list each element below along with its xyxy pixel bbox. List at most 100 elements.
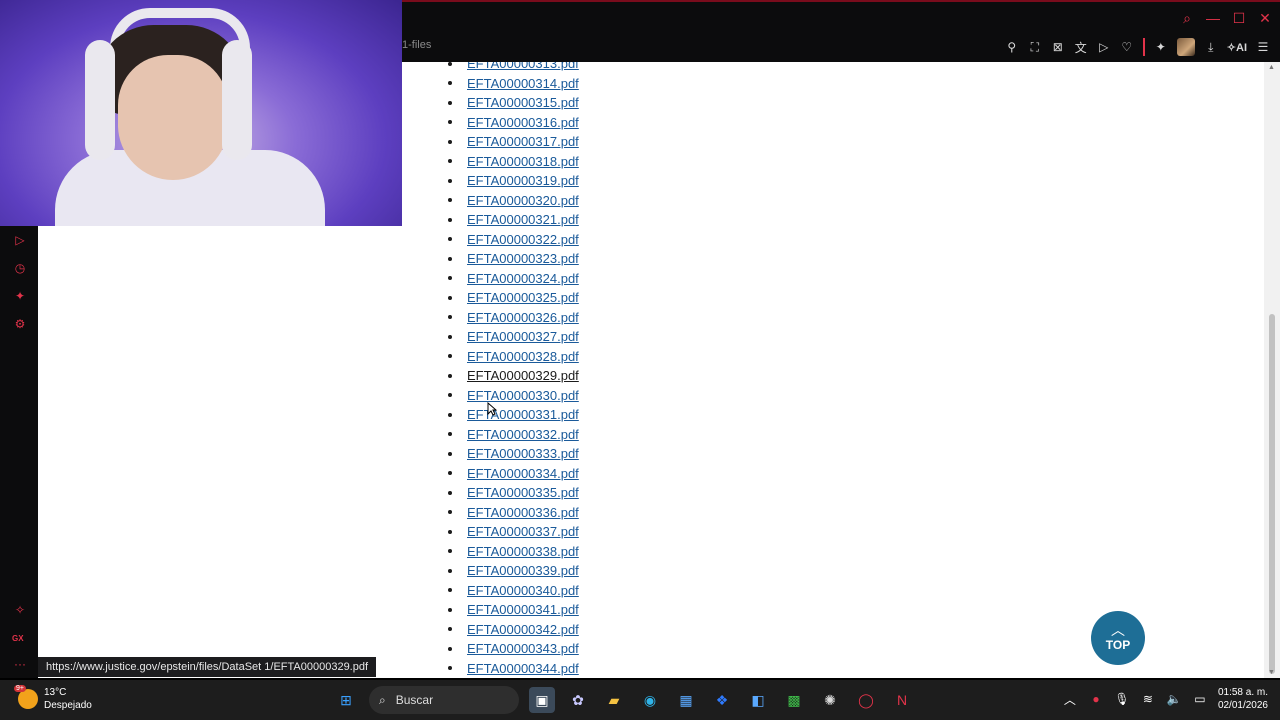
battery-icon[interactable]: ▭ <box>1192 692 1208 706</box>
file-link[interactable]: EFTA00000337.pdf <box>467 524 579 539</box>
file-link[interactable]: EFTA00000340.pdf <box>467 583 579 598</box>
file-list-item: EFTA00000316.pdf <box>448 113 579 133</box>
file-link[interactable]: EFTA00000314.pdf <box>467 76 579 91</box>
extensions-icon[interactable]: ✦ <box>1154 39 1168 55</box>
search-placeholder: Buscar <box>395 693 434 707</box>
file-link[interactable]: EFTA00000339.pdf <box>467 563 579 578</box>
minecraft-icon[interactable]: ▩ <box>781 687 807 713</box>
file-link[interactable]: EFTA00000334.pdf <box>467 466 579 481</box>
file-link[interactable]: EFTA00000344.pdf <box>467 661 579 676</box>
taskbar-search[interactable]: ⌕ Buscar <box>369 686 519 714</box>
file-link[interactable]: EFTA00000330.pdf <box>467 388 579 403</box>
heart-icon[interactable]: ♡ <box>1120 39 1134 55</box>
extensions-sidebar-icon[interactable]: ✦ <box>12 288 28 304</box>
file-link[interactable]: EFTA00000332.pdf <box>467 427 579 442</box>
copilot-icon[interactable]: ✿ <box>565 687 591 713</box>
clock-date: 02/01/2026 <box>1217 700 1268 711</box>
file-link[interactable]: EFTA00000316.pdf <box>467 115 579 130</box>
chevron-up-icon[interactable]: ︿ <box>1062 691 1078 708</box>
volume-icon[interactable]: 🔈 <box>1166 692 1182 706</box>
vscode-icon[interactable]: ◧ <box>745 687 771 713</box>
file-link[interactable]: EFTA00000322.pdf <box>467 232 579 247</box>
file-link[interactable]: EFTA00000317.pdf <box>467 134 579 149</box>
file-explorer-icon[interactable]: ▰ <box>601 687 627 713</box>
scroll-up-icon[interactable]: ▲ <box>1268 64 1275 71</box>
edge-icon[interactable]: ◉ <box>637 687 663 713</box>
file-link[interactable]: EFTA00000320.pdf <box>467 193 579 208</box>
file-link[interactable]: EFTA00000315.pdf <box>467 95 579 110</box>
webcam-headphone-left <box>85 40 115 160</box>
page-scrollbar[interactable]: ▲ ▼ <box>1264 62 1280 678</box>
wifi-icon[interactable]: ≋ <box>1140 692 1156 706</box>
file-link[interactable]: EFTA00000328.pdf <box>467 349 579 364</box>
translate-icon[interactable]: 文 <box>1074 39 1088 55</box>
maximize-icon[interactable]: ☐ <box>1232 10 1246 26</box>
file-link[interactable]: EFTA00000326.pdf <box>467 310 579 325</box>
dropbox-icon[interactable]: ❖ <box>709 687 735 713</box>
pin-icon[interactable]: ⚲ <box>1005 39 1019 55</box>
file-link[interactable]: EFTA00000321.pdf <box>467 212 579 227</box>
file-link[interactable]: EFTA00000335.pdf <box>467 485 579 500</box>
file-link[interactable]: EFTA00000343.pdf <box>467 641 579 656</box>
file-list-item: EFTA00000333.pdf <box>448 444 579 464</box>
more-icon[interactable]: ··· <box>12 656 28 672</box>
file-list-item: EFTA00000321.pdf <box>448 210 579 230</box>
file-list-item: EFTA00000329.pdf <box>448 366 579 386</box>
weather-temp: 13°C <box>44 687 67 698</box>
tab-title[interactable]: 1-files <box>402 39 431 51</box>
file-link[interactable]: EFTA00000324.pdf <box>467 271 579 286</box>
file-list-item: EFTA00000335.pdf <box>448 483 579 503</box>
file-link[interactable]: EFTA00000323.pdf <box>467 251 579 266</box>
snapshot-icon[interactable]: ⛶ <box>1028 39 1042 55</box>
file-list-item: EFTA00000317.pdf <box>448 132 579 152</box>
settings-icon[interactable]: ⚙ <box>12 316 28 332</box>
menu-icon[interactable]: ☰ <box>1256 39 1270 55</box>
file-link[interactable]: EFTA00000325.pdf <box>467 290 579 305</box>
file-link[interactable]: EFTA00000327.pdf <box>467 329 579 344</box>
minimize-icon[interactable]: — <box>1206 10 1220 26</box>
top-button-label: TOP <box>1105 638 1131 652</box>
scrollbar-thumb[interactable] <box>1269 314 1275 674</box>
opera-gx-icon[interactable]: ◯ <box>853 687 879 713</box>
file-link[interactable]: EFTA00000333.pdf <box>467 446 579 461</box>
history-icon[interactable]: ◷ <box>12 260 28 276</box>
file-link[interactable]: EFTA00000331.pdf <box>467 407 579 422</box>
pin-sidebar-icon[interactable]: ✧ <box>12 602 28 618</box>
file-list-item: EFTA00000327.pdf <box>448 327 579 347</box>
windows-taskbar: 9+ 13°C Despejado ⊞ ⌕ Buscar ▣ ✿ ▰ ◉ ▦ ❖… <box>0 680 1280 720</box>
file-link[interactable]: EFTA00000338.pdf <box>467 544 579 559</box>
search-icon[interactable]: ⌕ <box>1180 10 1194 26</box>
tray-app-icon[interactable]: ● <box>1088 692 1104 706</box>
store-icon[interactable]: ▦ <box>673 687 699 713</box>
window-controls: ⌕ — ☐ ✕ <box>1180 10 1272 27</box>
app-n-icon[interactable]: N <box>889 687 915 713</box>
clock[interactable]: 01:58 a. m. 02/01/2026 <box>1218 686 1268 712</box>
weather-widget[interactable]: 9+ 13°C Despejado <box>14 685 92 712</box>
chatgpt-icon[interactable]: ✺ <box>817 687 843 713</box>
windows-start-icon[interactable]: ⊞ <box>333 687 359 713</box>
profile-avatar[interactable] <box>1176 38 1195 56</box>
microphone-icon[interactable]: 🎙 <box>1114 692 1130 706</box>
weather-desc: Despejado <box>44 700 92 711</box>
file-link[interactable]: EFTA00000329.pdf <box>467 368 579 383</box>
gx-icon[interactable]: GX <box>12 634 24 643</box>
file-link[interactable]: EFTA00000313.pdf <box>467 62 579 71</box>
play-icon[interactable]: ▷ <box>1097 39 1111 55</box>
file-list-item: EFTA00000342.pdf <box>448 620 579 640</box>
close-icon[interactable]: ✕ <box>1258 10 1272 26</box>
download-icon[interactable]: ⤓ <box>1204 39 1218 55</box>
scroll-down-icon[interactable]: ▼ <box>1268 669 1275 676</box>
ai-button[interactable]: ✧AI <box>1227 41 1247 54</box>
file-link[interactable]: EFTA00000318.pdf <box>467 154 579 169</box>
taskbar-apps: ⊞ ⌕ Buscar ▣ ✿ ▰ ◉ ▦ ❖ ◧ ▩ ✺ ◯ N <box>333 686 915 714</box>
task-view-icon[interactable]: ▣ <box>529 687 555 713</box>
back-to-top-button[interactable]: ︿ TOP <box>1091 611 1145 665</box>
file-list-item: EFTA00000343.pdf <box>448 639 579 659</box>
file-list-item: EFTA00000336.pdf <box>448 503 579 523</box>
file-link[interactable]: EFTA00000319.pdf <box>467 173 579 188</box>
block-icon[interactable]: ⊠ <box>1051 39 1065 55</box>
file-link[interactable]: EFTA00000342.pdf <box>467 622 579 637</box>
player-icon[interactable]: ▷ <box>12 232 28 248</box>
file-link[interactable]: EFTA00000336.pdf <box>467 505 579 520</box>
file-link[interactable]: EFTA00000341.pdf <box>467 602 579 617</box>
